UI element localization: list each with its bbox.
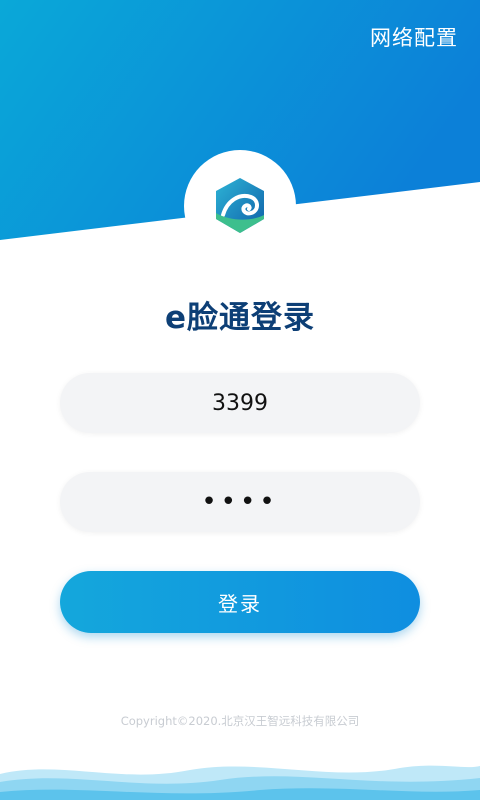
company-logo-icon xyxy=(216,178,264,233)
page-title: e脸通登录 xyxy=(164,300,316,336)
password-field[interactable] xyxy=(60,472,420,532)
username-field[interactable] xyxy=(60,373,420,433)
footer-waves xyxy=(0,765,480,800)
login-button[interactable]: 登录 xyxy=(60,571,420,633)
logo-badge xyxy=(184,150,296,262)
copyright-text: Copyright©2020.北京汉王智远科技有限公司 xyxy=(120,714,360,728)
network-config-link[interactable]: 网络配置 xyxy=(370,22,458,52)
